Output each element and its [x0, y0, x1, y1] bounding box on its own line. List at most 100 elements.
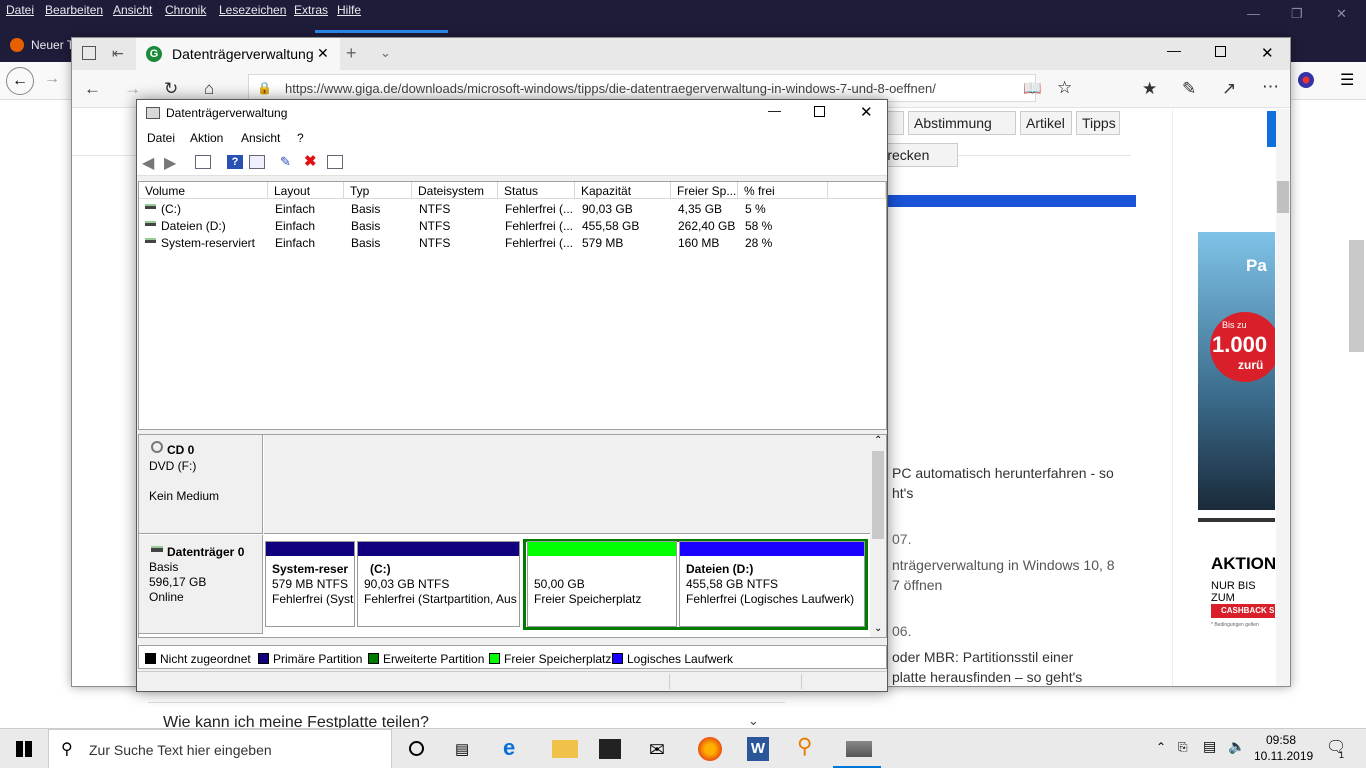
article-line[interactable]: oder MBR: Partitionsstil einer [892, 647, 1073, 667]
pen-icon[interactable]: ✎ [1182, 79, 1196, 99]
file-explorer-icon[interactable] [552, 740, 578, 758]
forward-icon[interactable]: ▶ [164, 153, 176, 173]
back-icon[interactable]: ← [6, 67, 34, 95]
network-offline-icon[interactable]: ⎘ [1178, 740, 1188, 755]
article-line[interactable]: 7 öffnen [892, 575, 942, 595]
article-line[interactable]: nträgerverwaltung in Windows 10, 8 [892, 555, 1115, 575]
mail-icon[interactable]: ✉ [649, 739, 665, 762]
menu-chronik[interactable]: Chronik [165, 3, 206, 17]
article-line[interactable]: ht's [892, 483, 913, 503]
partition-system-reserved[interactable]: System-reser 579 MB NTFS Fehlerfrei (Sys… [265, 541, 355, 627]
disk-management-taskbar-icon[interactable] [846, 741, 872, 757]
col-layout[interactable]: Layout [268, 182, 344, 199]
firefox-tab-label[interactable]: Neuer T [31, 38, 74, 52]
back-icon[interactable]: ← [84, 79, 101, 99]
partition-c[interactable]: (C:) 90,03 GB NTFS Fehlerfrei (Startpart… [357, 541, 520, 627]
article-line[interactable]: PC automatisch herunterfahren - so [892, 463, 1114, 483]
menu-help[interactable]: ? [297, 131, 304, 145]
more-icon[interactable]: ⋯ [1262, 77, 1279, 97]
list-view-icon[interactable] [327, 155, 343, 169]
store-icon[interactable] [599, 739, 621, 759]
menu-ansicht[interactable]: Ansicht [241, 131, 280, 145]
cortana-icon[interactable] [409, 741, 424, 756]
windows-start-icon[interactable] [16, 741, 32, 757]
scroll-down-icon[interactable]: ⌄ [874, 623, 882, 634]
menu-ansicht[interactable]: Ansicht [113, 3, 152, 17]
col-volume[interactable]: Volume [139, 182, 268, 199]
word-icon[interactable]: W [747, 737, 769, 761]
partition-free-space[interactable]: 50,00 GB Freier Speicherplatz [527, 541, 677, 627]
clock-date[interactable]: 10.11.2019 [1254, 749, 1313, 763]
new-tab-icon[interactable]: + [346, 43, 357, 64]
col-typ[interactable]: Typ [344, 182, 412, 199]
set-aside-tabs-icon[interactable]: ⇤ [112, 45, 124, 62]
nav-pill-tipps[interactable]: Tipps [1076, 111, 1120, 135]
extension-icon[interactable] [1298, 72, 1314, 88]
menu-hilfe[interactable]: Hilfe [337, 3, 361, 17]
scrollbar-thumb[interactable] [1277, 181, 1289, 213]
maximize-icon[interactable] [814, 106, 825, 117]
scrollbar-thumb[interactable] [1349, 240, 1364, 352]
tab-datentraegerverwaltung[interactable]: G Datenträgerverwaltung ✕ [136, 38, 340, 70]
col-kapazitaet[interactable]: Kapazität [575, 182, 671, 199]
close-icon[interactable]: ✕ [1261, 44, 1274, 62]
firefox-icon[interactable] [698, 737, 722, 761]
col-freier-speicher[interactable]: Freier Sp... [671, 182, 738, 199]
scroll-up-icon[interactable]: ⌃ [874, 435, 882, 446]
partition-d[interactable]: Dateien (D:) 455,58 GB NTFS Fehlerfrei (… [679, 541, 865, 627]
console-tree-icon[interactable] [195, 155, 211, 169]
connect-icon[interactable]: ✎ [280, 155, 296, 169]
back-icon[interactable]: ◀ [142, 153, 154, 173]
search-tool-icon[interactable]: ⚲ [797, 734, 812, 759]
refresh-icon[interactable]: ↻ [164, 79, 178, 99]
minimize-icon[interactable]: — [768, 103, 781, 118]
home-icon[interactable]: ⌂ [204, 79, 214, 99]
tab-preview-icon[interactable] [82, 46, 96, 60]
scrollbar-thumb[interactable] [872, 451, 884, 539]
tab-close-icon[interactable]: ✕ [317, 45, 329, 62]
clock-time[interactable]: 09:58 [1266, 733, 1296, 747]
advertisement[interactable]: Pa Bis zu 1.000 zurü AKTIONS NUR BIS ZUM… [1198, 232, 1275, 630]
restore-icon[interactable]: ❐ [1291, 6, 1303, 22]
volume-icon[interactable]: 🔈 [1228, 738, 1245, 755]
menu-datei[interactable]: Datei [147, 131, 175, 145]
disk0-label[interactable]: Datenträger 0 Basis 596,17 GB Online [139, 535, 263, 634]
share-icon[interactable]: ↗ [1222, 79, 1236, 99]
task-view-icon[interactable]: ▤ [455, 740, 469, 758]
nav-pill-abstimmung[interactable]: Abstimmung [908, 111, 1016, 135]
graph-scrollbar[interactable]: ⌃ ⌄ [870, 435, 886, 637]
close-icon[interactable]: ✕ [1336, 6, 1347, 22]
favorites-hub-icon[interactable]: ★ [1142, 79, 1157, 99]
col-dateisystem[interactable]: Dateisystem [412, 182, 498, 199]
nav-pill-artikel[interactable]: Artikel [1020, 111, 1072, 135]
close-icon[interactable]: ✕ [860, 103, 873, 121]
menu-aktion[interactable]: Aktion [190, 131, 223, 145]
address-bar[interactable]: 🔒 https://www.giga.de/downloads/microsof… [248, 74, 1072, 102]
minimize-icon[interactable]: — [1247, 6, 1260, 21]
table-row[interactable]: Dateien (D:) Einfach Basis NTFS Fehlerfr… [139, 218, 886, 235]
menu-extras[interactable]: Extras [294, 3, 328, 17]
menu-datei[interactable]: Datei [6, 3, 34, 17]
network-icon[interactable]: ▤ [1203, 738, 1216, 755]
maximize-icon[interactable] [1215, 46, 1226, 57]
forward-icon[interactable]: → [44, 70, 60, 88]
table-row[interactable]: System-reserviert Einfach Basis NTFS Feh… [139, 235, 886, 252]
reading-view-icon[interactable]: 📖 [1023, 79, 1042, 97]
article-line[interactable]: platte herausfinden – so geht's [892, 667, 1082, 686]
faq-item[interactable]: Wie kann ich meine Festplatte teilen? ⌄ [148, 702, 785, 731]
properties-icon[interactable] [249, 155, 265, 169]
help-icon[interactable]: ? [227, 155, 243, 169]
tray-chevron-up-icon[interactable]: ⌃ [1156, 740, 1166, 754]
forward-icon[interactable]: → [124, 79, 141, 99]
col-prozent-frei[interactable]: % frei [738, 182, 828, 199]
taskbar-search[interactable]: ⚲ Zur Suche Text hier eingeben [48, 729, 392, 768]
favorite-star-icon[interactable]: ☆ [1057, 78, 1072, 98]
menu-bearbeiten[interactable]: Bearbeiten [45, 3, 103, 17]
menu-icon[interactable]: ☰ [1340, 70, 1354, 90]
chevron-down-icon[interactable]: ⌄ [380, 45, 391, 61]
delete-icon[interactable]: ✖ [304, 154, 320, 169]
cd-label[interactable]: CD 0 DVD (F:) Kein Medium [139, 435, 263, 534]
col-status[interactable]: Status [498, 182, 575, 199]
minimize-icon[interactable]: — [1167, 42, 1181, 58]
menu-lesezeichen[interactable]: Lesezeichen [219, 3, 286, 17]
